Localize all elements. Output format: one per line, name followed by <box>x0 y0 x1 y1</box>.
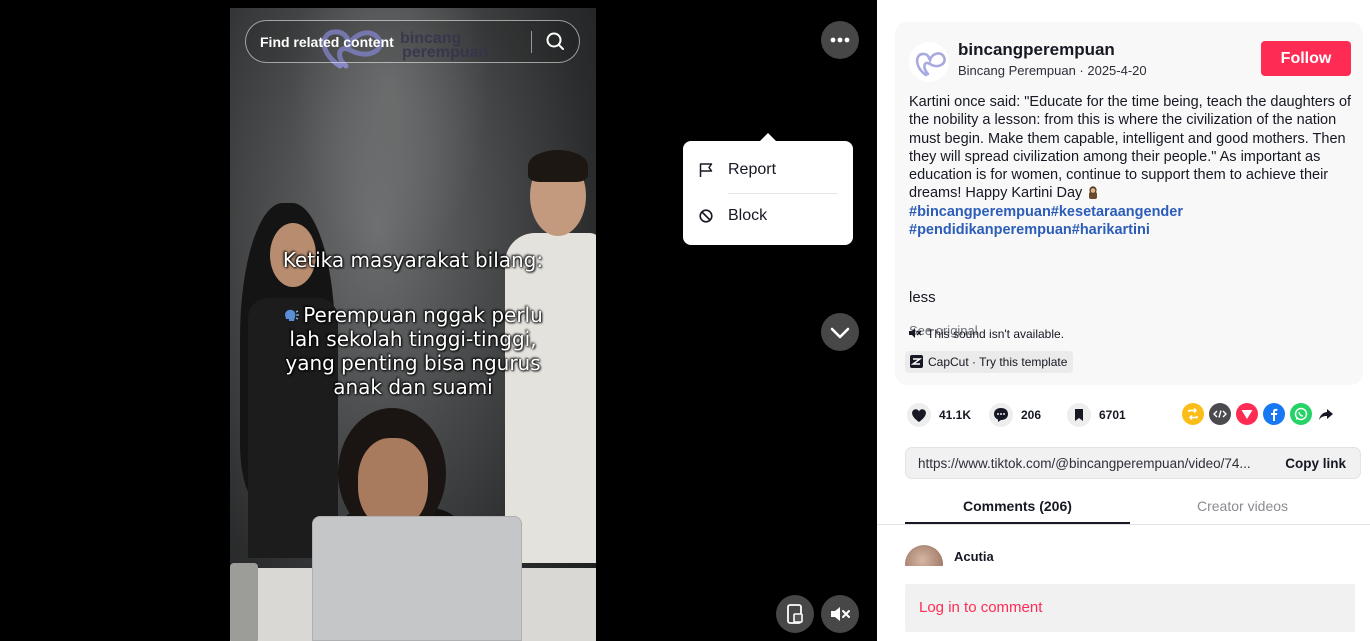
find-related-search[interactable]: Find related content <box>245 20 580 63</box>
video-caption-heading: Ketika masyarakat bilang: <box>282 248 544 272</box>
more-share-button[interactable] <box>1315 403 1337 425</box>
description-text: Kartini once said: "Educate for the time… <box>909 94 1352 202</box>
copy-link-button[interactable]: Copy link <box>1285 456 1346 471</box>
floating-player-button[interactable] <box>776 595 814 633</box>
send-to-friends-button[interactable] <box>1236 403 1258 425</box>
save-button[interactable] <box>1067 403 1091 427</box>
less-toggle[interactable]: less <box>909 289 936 306</box>
tab-comments[interactable]: Comments (206) <box>963 498 1072 514</box>
video-caption-line1: Perempuan nggak perlu <box>230 303 596 327</box>
panel-tabs: Comments (206) Creator videos <box>905 485 1361 525</box>
facebook-icon <box>1271 408 1278 421</box>
mute-button[interactable] <box>821 595 859 633</box>
video-person-right-hair <box>528 150 588 182</box>
block-label[interactable]: Block <box>728 207 767 225</box>
more-options-menu: Report Block <box>683 133 853 245</box>
share-arrow-icon <box>1319 409 1333 420</box>
login-to-comment-link[interactable]: Log in to comment <box>919 599 1042 616</box>
like-button[interactable] <box>907 403 931 427</box>
author-meta: Bincang Perempuan · 2025-4-20 <box>958 63 1147 78</box>
share-link-url[interactable]: https://www.tiktok.com/@bincangperempuan… <box>918 456 1251 471</box>
next-video-button[interactable] <box>821 313 859 351</box>
whatsapp-icon <box>1294 407 1308 421</box>
facebook-share-button[interactable] <box>1263 403 1285 425</box>
whatsapp-share-button[interactable] <box>1290 403 1312 425</box>
search-icon <box>546 32 564 50</box>
video-person-center-face <box>358 438 428 528</box>
tiktok-video-page: bincang perempuan Ketika masyarakat bila… <box>0 0 1370 641</box>
video-pane: bincang perempuan Ketika masyarakat bila… <box>0 0 877 641</box>
video-player[interactable]: bincang perempuan Ketika masyarakat bila… <box>230 8 596 641</box>
capcut-text[interactable]: CapCut · Try this template <box>928 355 1067 369</box>
commenter-name[interactable]: Acutia <box>954 549 994 564</box>
post-hashtags[interactable]: #bincangperempuan#kesetaraangender #pend… <box>909 204 1183 238</box>
capcut-template-chip[interactable]: CapCut · Try this template <box>905 351 1074 373</box>
video-caption-line4: anak dan suami <box>333 375 493 399</box>
search-divider <box>531 31 532 53</box>
comment-count: 206 <box>1021 408 1042 422</box>
search-button[interactable] <box>542 29 570 55</box>
comment-bubble-icon <box>994 408 1008 422</box>
caption-line1-text: Perempuan nggak perlu <box>303 303 543 327</box>
video-cup <box>230 563 258 641</box>
details-panel: bincangperempuan Bincang Perempuan · 202… <box>877 0 1370 641</box>
chevron-down-icon <box>830 327 850 339</box>
speaking-head-icon <box>285 309 300 321</box>
share-link-box: https://www.tiktok.com/@bincangperempuan… <box>905 447 1361 479</box>
comment-button[interactable] <box>989 403 1013 427</box>
more-dots-icon <box>830 37 850 43</box>
woman-emoji-icon <box>1089 186 1098 200</box>
video-laptop <box>312 516 522 641</box>
menu-caret <box>759 133 777 142</box>
sound-status-text: This sound isn't available. <box>927 327 1065 341</box>
save-count: 6701 <box>1099 408 1126 422</box>
author-logo-icon <box>915 52 946 77</box>
flag-icon <box>699 163 713 177</box>
search-placeholder[interactable]: Find related content <box>260 34 394 50</box>
sound-off-icon <box>909 328 922 338</box>
speaker-muted-icon <box>831 607 850 621</box>
capcut-icon <box>910 355 923 368</box>
like-count: 41.1K <box>939 408 972 422</box>
video-caption-line2: lah sekolah tinggi-tinggi, <box>289 327 537 351</box>
tabs-divider <box>877 524 1370 525</box>
floating-player-icon <box>787 604 803 624</box>
sound-status-row[interactable]: This sound isn't available. <box>909 327 1064 341</box>
follow-button[interactable]: Follow <box>1261 41 1351 76</box>
heart-icon <box>912 409 926 422</box>
block-menu-item[interactable]: Block <box>683 193 853 239</box>
repost-button[interactable] <box>1182 403 1204 425</box>
report-label[interactable]: Report <box>728 161 776 179</box>
video-caption-line3: yang penting bisa ngurus <box>285 351 541 375</box>
tab-creator-videos[interactable]: Creator videos <box>1197 498 1288 514</box>
author-avatar[interactable] <box>909 42 949 82</box>
video-caption-body: Perempuan nggak perlu lah sekolah tinggi… <box>230 303 596 399</box>
bookmark-icon <box>1075 409 1083 421</box>
report-menu-item[interactable]: Report <box>683 147 853 193</box>
embed-button[interactable] <box>1209 403 1231 425</box>
author-handle[interactable]: bincangperempuan <box>958 40 1115 60</box>
post-description: Kartini once said: "Educate for the time… <box>909 93 1357 239</box>
embed-code-icon <box>1213 410 1227 418</box>
login-to-comment-box[interactable]: Log in to comment <box>905 584 1355 632</box>
repost-icon <box>1188 407 1198 421</box>
more-options-button[interactable] <box>821 21 859 59</box>
block-icon <box>699 209 713 223</box>
send-icon <box>1241 410 1253 419</box>
